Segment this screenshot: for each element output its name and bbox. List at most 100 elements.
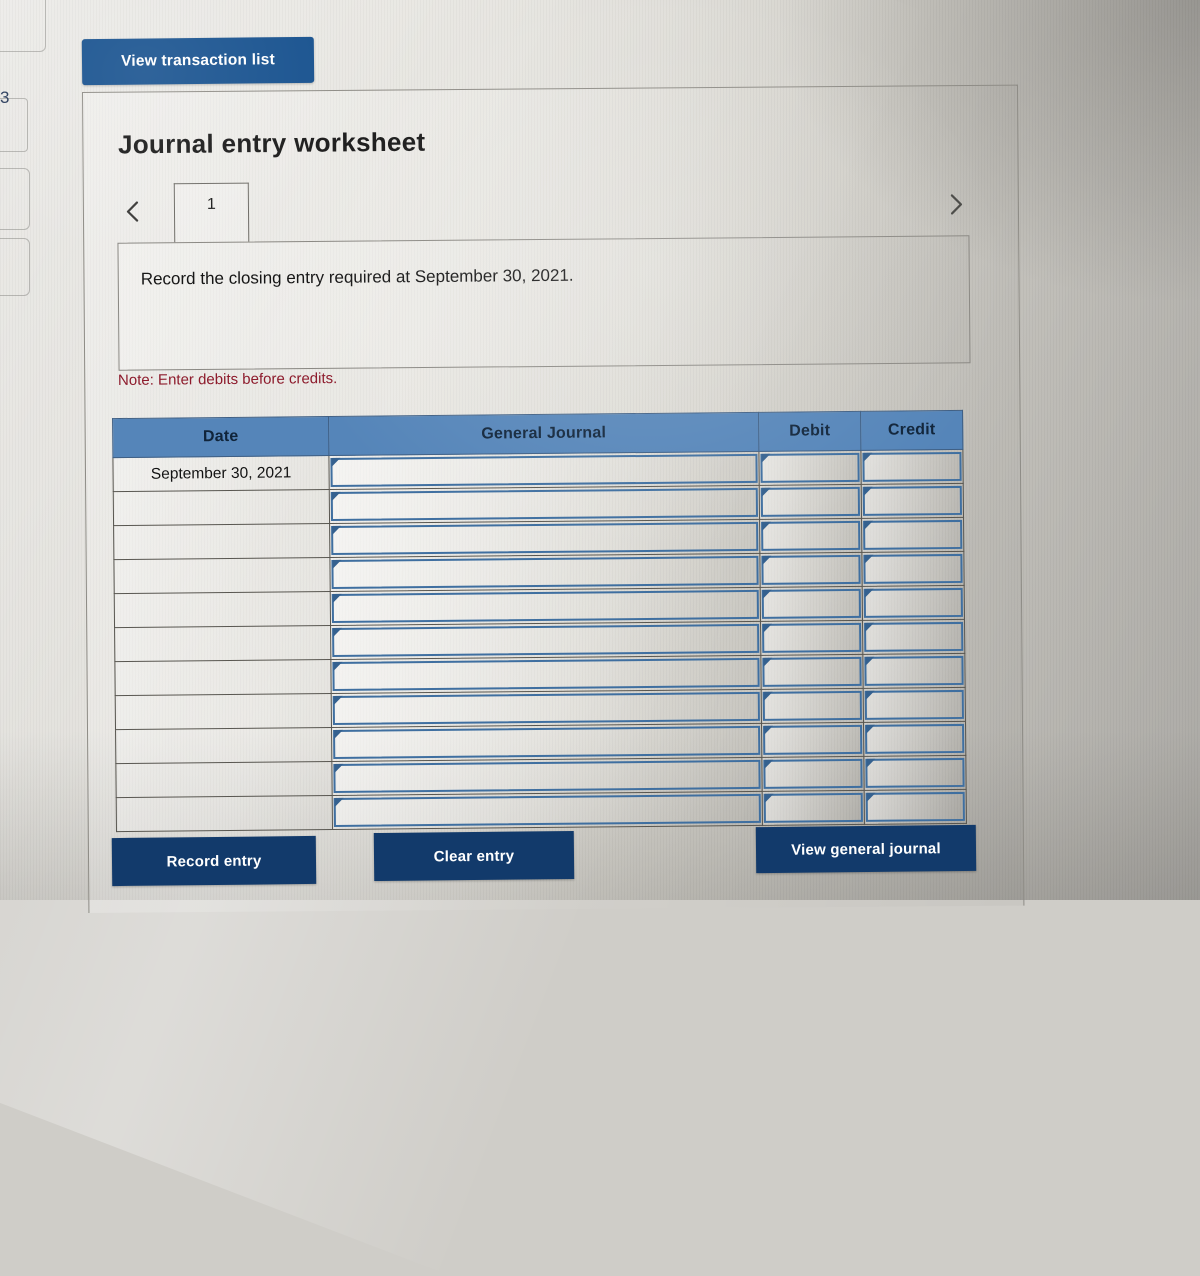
column-header-general-journal: General Journal — [328, 412, 759, 456]
dropdown-marker-icon — [764, 725, 774, 735]
credit-select-input[interactable] — [865, 757, 965, 788]
cell-credit-select[interactable] — [862, 585, 965, 621]
credit-select-input[interactable] — [863, 553, 963, 584]
journal-select-input[interactable] — [333, 725, 761, 759]
dropdown-marker-icon — [866, 792, 876, 802]
cell-debit-select[interactable] — [760, 586, 863, 622]
cell-journal-select[interactable] — [330, 655, 762, 694]
credit-select-input[interactable] — [863, 519, 963, 550]
dropdown-marker-icon — [865, 622, 875, 632]
dropdown-marker-icon — [762, 521, 772, 531]
cell-credit-select[interactable] — [861, 517, 964, 553]
debit-select-input[interactable] — [760, 486, 861, 517]
debit-select-input[interactable] — [763, 792, 863, 823]
debit-select-input[interactable] — [761, 520, 861, 551]
cell-date[interactable] — [114, 625, 331, 662]
instruction-text: Record the closing entry required at Sep… — [140, 265, 574, 289]
journal-select-input[interactable] — [330, 487, 759, 521]
chevron-left-icon[interactable] — [120, 195, 146, 227]
cell-journal-select[interactable] — [331, 689, 762, 728]
cell-date[interactable] — [116, 795, 333, 832]
debits-before-credits-note: Note: Enter debits before credits. — [117, 370, 338, 389]
chevron-right-icon[interactable] — [943, 188, 969, 220]
debit-select-input[interactable] — [762, 622, 862, 653]
cell-debit-select[interactable] — [760, 620, 863, 656]
cell-journal-select[interactable] — [331, 757, 763, 796]
journal-select-input[interactable] — [332, 657, 760, 691]
cell-date[interactable]: September 30, 2021 — [112, 455, 330, 492]
cell-journal-select[interactable] — [329, 553, 761, 592]
journal-select-input[interactable] — [331, 521, 759, 555]
cell-debit-select[interactable] — [759, 552, 863, 588]
credit-select-input[interactable] — [864, 689, 964, 720]
cell-date[interactable] — [114, 659, 332, 696]
cell-date[interactable] — [114, 591, 331, 628]
cell-debit-select[interactable] — [761, 688, 864, 724]
cell-debit-select[interactable] — [761, 756, 865, 792]
credit-select-input[interactable] — [862, 451, 962, 482]
page-number-marker: 3 — [0, 88, 10, 107]
debit-select-input[interactable] — [763, 758, 863, 789]
column-header-debit: Debit — [758, 411, 861, 452]
journal-select-input[interactable] — [332, 623, 760, 657]
debit-select-input[interactable] — [760, 452, 860, 483]
cell-credit-select[interactable] — [862, 653, 966, 689]
cell-date[interactable] — [113, 523, 330, 560]
cell-date[interactable] — [115, 693, 332, 730]
instruction-panel: Record the closing entry required at Sep… — [117, 235, 971, 371]
cell-journal-select[interactable] — [329, 519, 760, 558]
cell-credit-select[interactable] — [863, 687, 966, 723]
debit-select-input[interactable] — [761, 554, 861, 585]
journal-select-input[interactable] — [333, 759, 761, 793]
dropdown-marker-icon — [333, 627, 343, 637]
debit-select-input[interactable] — [761, 588, 861, 619]
credit-select-input[interactable] — [865, 723, 965, 754]
record-entry-button[interactable]: Record entry — [111, 835, 317, 887]
cell-credit-select[interactable] — [863, 721, 966, 757]
journal-select-input[interactable] — [333, 793, 761, 827]
debit-select-input[interactable] — [763, 724, 863, 755]
cell-journal-select[interactable] — [330, 587, 761, 626]
credit-select-input[interactable] — [863, 587, 963, 618]
cell-debit-select[interactable] — [759, 518, 862, 554]
cell-journal-select[interactable] — [330, 621, 761, 660]
cell-credit-select[interactable] — [860, 449, 964, 485]
cell-credit-select[interactable] — [864, 789, 967, 825]
cell-journal-select[interactable] — [332, 791, 763, 830]
cell-debit-select[interactable] — [761, 722, 864, 758]
cell-debit-select[interactable] — [762, 790, 865, 826]
journal-select-input[interactable] — [331, 555, 759, 589]
debit-select-input[interactable] — [762, 690, 862, 721]
cell-journal-select[interactable] — [329, 485, 760, 524]
cell-credit-select[interactable] — [861, 483, 964, 519]
cell-credit-select[interactable] — [863, 755, 967, 791]
credit-select-input[interactable] — [862, 485, 963, 516]
view-transaction-list-button[interactable]: View transaction list — [81, 36, 315, 86]
cell-credit-select[interactable] — [862, 619, 965, 655]
credit-select-input[interactable] — [864, 655, 964, 686]
journal-select-input[interactable] — [331, 589, 759, 623]
journal-select-input[interactable] — [330, 453, 758, 487]
cell-credit-select[interactable] — [861, 551, 965, 587]
cell-date[interactable] — [113, 557, 331, 594]
view-general-journal-button[interactable]: View general journal — [755, 824, 977, 874]
cell-debit-select[interactable] — [759, 484, 862, 520]
dropdown-marker-icon — [763, 691, 773, 701]
cell-date[interactable] — [113, 489, 330, 526]
cell-date[interactable] — [115, 727, 332, 764]
cell-journal-select[interactable] — [331, 723, 762, 762]
dropdown-marker-icon — [863, 486, 873, 496]
journal-entry-table: Date General Journal Debit Credit Septem… — [112, 410, 967, 832]
dropdown-marker-icon — [331, 457, 341, 467]
credit-select-input[interactable] — [865, 791, 965, 822]
credit-select-input[interactable] — [864, 621, 964, 652]
cell-journal-select[interactable] — [328, 451, 760, 490]
cell-date[interactable] — [115, 761, 333, 798]
debit-select-input[interactable] — [762, 656, 862, 687]
cell-debit-select[interactable] — [760, 654, 864, 690]
worksheet-tab-1[interactable]: 1 — [173, 182, 250, 243]
journal-select-input[interactable] — [332, 691, 760, 725]
cell-debit-select[interactable] — [758, 450, 862, 486]
column-header-credit: Credit — [860, 410, 963, 451]
clear-entry-button[interactable]: Clear entry — [373, 830, 575, 882]
